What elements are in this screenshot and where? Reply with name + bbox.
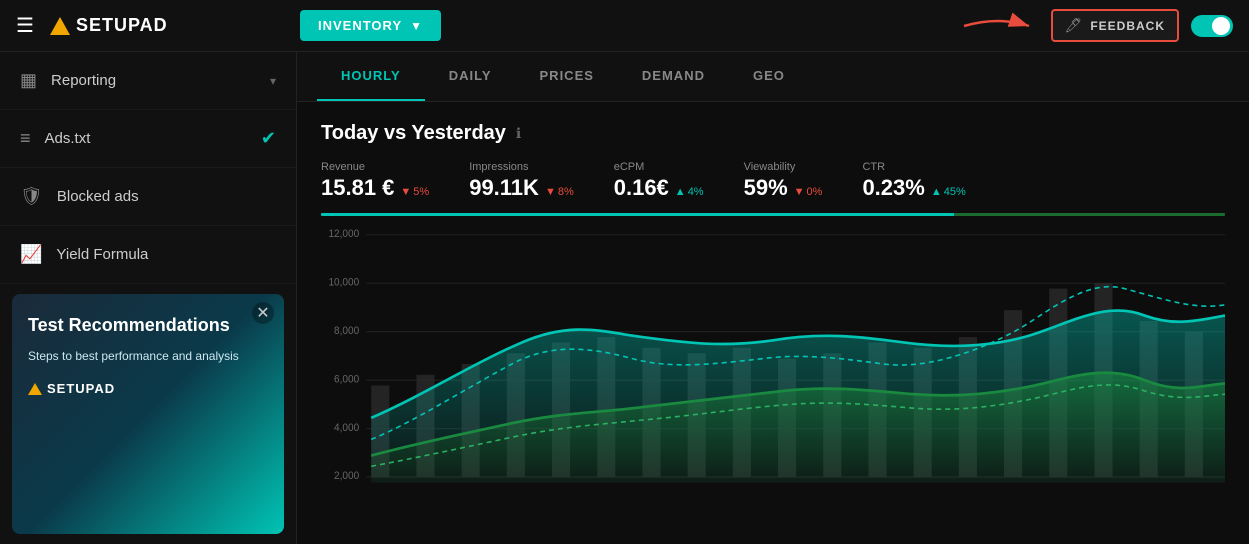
chart-canvas: 12,000 10,000 8,000 6,000 4,000 2,000 <box>321 224 1225 504</box>
metric-impressions-change: ▼ 8% <box>545 186 574 198</box>
tab-demand[interactable]: DEMAND <box>618 52 729 101</box>
inventory-label: INVENTORY <box>318 18 402 33</box>
sidebar-item-yield-formula[interactable]: 📈 Yield Formula <box>0 226 296 284</box>
logo-text: SETUPAD <box>76 15 168 36</box>
feedback-label: FEEDBACK <box>1090 19 1165 33</box>
metric-impressions-row: 99.11K ▼ 8% <box>469 175 574 201</box>
chart-title: Today vs Yesterday <box>321 122 506 145</box>
ui-theme-toggle[interactable] <box>1191 15 1233 37</box>
promo-card: ✕ Test Recommendations Steps to best per… <box>12 294 284 534</box>
feedback-icon: 🖊 <box>1065 17 1083 34</box>
metric-ecpm-change: ▲ 4% <box>675 186 704 198</box>
sidebar-item-adstxt[interactable]: ≡ Ads.txt ✔ <box>0 110 296 168</box>
promo-title: Test Recommendations <box>28 314 268 337</box>
promo-logo-triangle-icon <box>28 383 42 395</box>
content-area: HOURLY DAILY PRICES DEMAND GEO Today vs … <box>297 52 1249 544</box>
info-icon[interactable]: ℹ <box>516 125 521 142</box>
metric-revenue-row: 15.81 € ▼ 5% <box>321 175 429 201</box>
metric-impressions: Impressions 99.11K ▼ 8% <box>469 161 574 201</box>
metric-revenue-change: ▼ 5% <box>400 186 429 198</box>
metric-ctr-value: 0.23% <box>862 175 924 201</box>
progress-bar <box>321 213 1225 216</box>
chevron-down-icon: ▼ <box>410 19 423 33</box>
inventory-button[interactable]: INVENTORY ▼ <box>300 10 441 41</box>
svg-text:4,000: 4,000 <box>334 422 359 433</box>
metric-viewability-change: ▼ 0% <box>794 186 823 198</box>
arrow-svg <box>959 11 1039 41</box>
sidebar-item-blocked-ads-label: Blocked ads <box>57 188 276 205</box>
tabs-bar: HOURLY DAILY PRICES DEMAND GEO <box>297 52 1249 102</box>
list-icon: ≡ <box>20 128 31 149</box>
metric-ctr-change: ▲ 45% <box>931 186 966 198</box>
chart-header: Today vs Yesterday ℹ <box>321 122 1225 145</box>
sidebar-item-reporting[interactable]: ▦ Reporting ▾ <box>0 52 296 110</box>
metric-ecpm: eCPM 0.16€ ▲ 4% <box>614 161 704 201</box>
menu-icon[interactable]: ☰ <box>16 13 34 38</box>
promo-description: Steps to best performance and analysis <box>28 347 268 365</box>
main-layout: ▦ Reporting ▾ ≡ Ads.txt ✔ 🛡 Blocked ads … <box>0 52 1249 544</box>
metric-ecpm-label: eCPM <box>614 161 704 173</box>
tab-hourly[interactable]: HOURLY <box>317 52 425 101</box>
tab-daily[interactable]: DAILY <box>425 52 516 101</box>
metric-viewability: Viewability 59% ▼ 0% <box>744 161 823 201</box>
tab-prices[interactable]: PRICES <box>516 52 618 101</box>
feedback-button[interactable]: 🖊 FEEDBACK <box>1051 9 1179 42</box>
metric-revenue-label: Revenue <box>321 161 429 173</box>
promo-close-button[interactable]: ✕ <box>252 302 274 324</box>
bar-chart-icon: ▦ <box>20 70 37 91</box>
metric-viewability-row: 59% ▼ 0% <box>744 175 823 201</box>
toggle-knob <box>1212 17 1230 35</box>
metric-viewability-value: 59% <box>744 175 788 201</box>
svg-text:8,000: 8,000 <box>334 326 359 337</box>
feedback-area: 🖊 FEEDBACK <box>959 9 1233 42</box>
metric-ecpm-row: 0.16€ ▲ 4% <box>614 175 704 201</box>
metric-ctr-row: 0.23% ▲ 45% <box>862 175 965 201</box>
chart-svg: 12,000 10,000 8,000 6,000 4,000 2,000 <box>321 224 1225 504</box>
sidebar-item-blocked-ads[interactable]: 🛡 Blocked ads <box>0 168 296 226</box>
metric-ctr: CTR 0.23% ▲ 45% <box>862 161 965 201</box>
promo-logo: SETUPAD <box>28 381 268 396</box>
svg-text:6,000: 6,000 <box>334 374 359 385</box>
logo: SETUPAD <box>50 15 168 36</box>
topbar: ☰ SETUPAD INVENTORY ▼ 🖊 FEEDBACK <box>0 0 1249 52</box>
metric-impressions-label: Impressions <box>469 161 574 173</box>
metric-ctr-label: CTR <box>862 161 965 173</box>
metric-ecpm-value: 0.16€ <box>614 175 669 201</box>
promo-logo-text: SETUPAD <box>47 381 115 396</box>
svg-text:2,000: 2,000 <box>334 471 359 482</box>
tab-geo[interactable]: GEO <box>729 52 809 101</box>
shield-icon: 🛡 <box>20 186 43 207</box>
arrow-indicator <box>959 11 1039 41</box>
check-icon: ✔ <box>261 128 276 149</box>
chart-area: Today vs Yesterday ℹ Revenue 15.81 € ▼ 5… <box>297 102 1249 544</box>
sidebar: ▦ Reporting ▾ ≡ Ads.txt ✔ 🛡 Blocked ads … <box>0 52 297 544</box>
svg-text:12,000: 12,000 <box>328 229 359 240</box>
sidebar-item-yield-formula-label: Yield Formula <box>56 246 276 263</box>
metric-viewability-label: Viewability <box>744 161 823 173</box>
sidebar-item-adstxt-label: Ads.txt <box>45 130 247 147</box>
svg-text:10,000: 10,000 <box>328 277 359 288</box>
metrics-row: Revenue 15.81 € ▼ 5% Impressions 99.11K … <box>321 161 1225 201</box>
metric-impressions-value: 99.11K <box>469 175 539 201</box>
chevron-down-icon: ▾ <box>270 74 276 88</box>
trend-icon: 📈 <box>20 244 42 265</box>
metric-revenue: Revenue 15.81 € ▼ 5% <box>321 161 429 201</box>
logo-triangle-icon <box>50 17 70 35</box>
metric-revenue-value: 15.81 € <box>321 175 394 201</box>
sidebar-item-reporting-label: Reporting <box>51 72 256 89</box>
